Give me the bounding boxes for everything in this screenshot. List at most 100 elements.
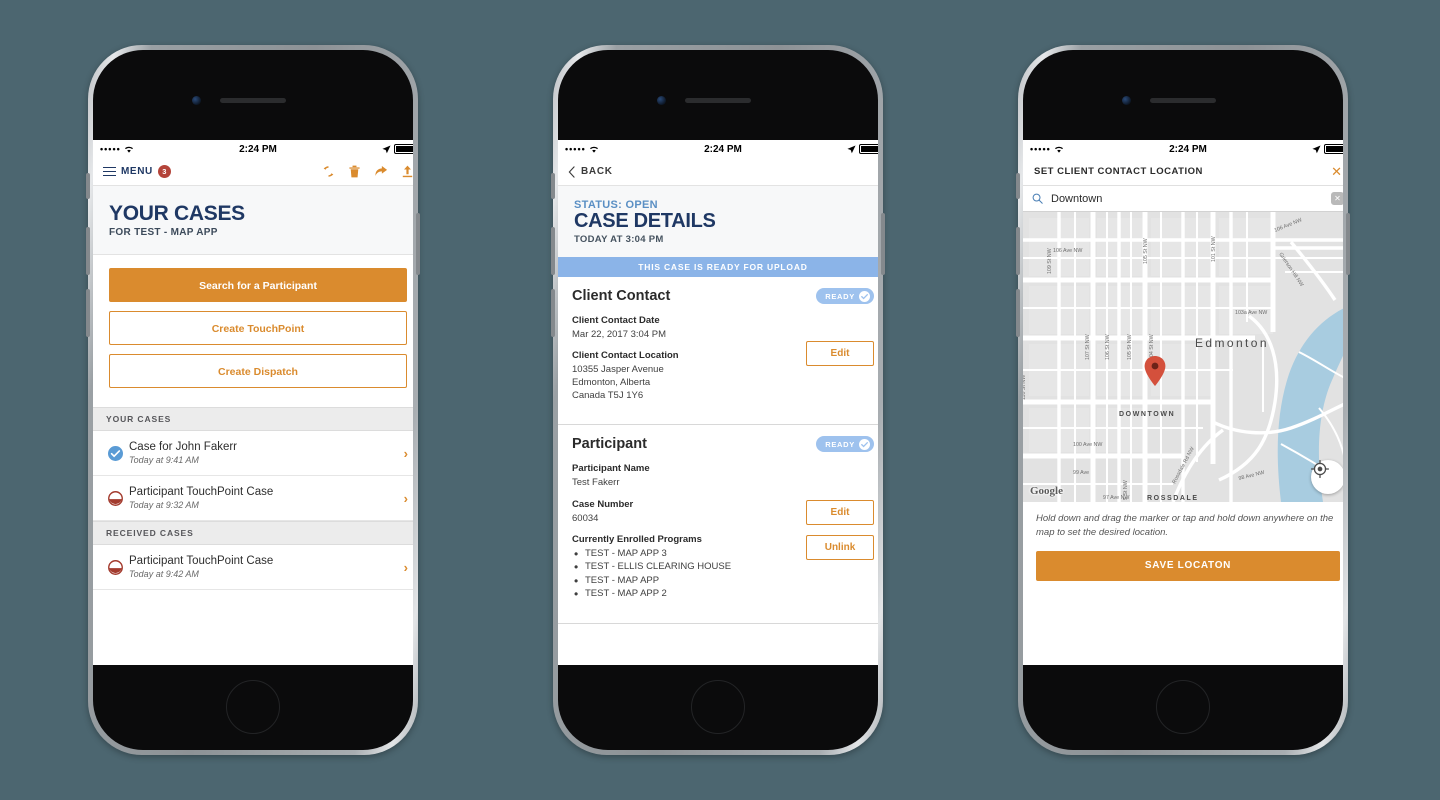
clear-search-icon[interactable]: ✕ <box>1331 192 1343 205</box>
silent-switch[interactable] <box>1016 173 1020 199</box>
menu-button[interactable]: MENU 3 <box>103 165 171 178</box>
power-button[interactable] <box>1346 213 1350 275</box>
page-subtitle: FOR TEST - MAP APP <box>109 227 218 238</box>
chevron-right-icon: › <box>403 445 408 461</box>
earpiece-speaker <box>685 98 751 103</box>
front-camera-icon <box>192 96 201 105</box>
program-item: TEST - MAP APP 2 <box>572 586 874 604</box>
close-icon[interactable]: ✕ <box>1331 165 1342 178</box>
screen-case-details: ••••• 2:24 PM BACK STATUS: OPEN CASE DET… <box>558 140 878 665</box>
status-bar: ••••• 2:24 PM <box>1023 140 1343 158</box>
top-toolbar: MENU 3 <box>93 158 413 186</box>
section-header-received-cases: RECEIVED CASES <box>93 521 413 545</box>
create-dispatch-button[interactable]: Create Dispatch <box>109 354 407 388</box>
status-badge-label: READY <box>825 291 855 301</box>
map-marker-icon[interactable] <box>1144 356 1166 386</box>
front-camera-icon <box>1122 96 1131 105</box>
search-input[interactable]: Downtown <box>1051 193 1323 205</box>
menu-count-badge: 3 <box>157 165 171 178</box>
save-location-button[interactable]: SAVE LOCATON <box>1036 550 1340 581</box>
power-button[interactable] <box>881 213 885 275</box>
volume-up-button[interactable] <box>86 227 90 275</box>
volume-down-button[interactable] <box>1016 289 1020 337</box>
map-tiles: 106 Ave NW 106 Ave NW 105 St NW 101 St N… <box>1023 212 1343 502</box>
program-item: TEST - ELLIS CLEARING HOUSE <box>572 559 874 577</box>
locate-me-button[interactable] <box>1311 460 1343 494</box>
phone-device-cases: ••••• 2:24 PM MENU 3 YOUR CASES FOR TEST… <box>86 45 420 755</box>
wifi-icon <box>589 146 598 153</box>
hamburger-icon <box>103 166 116 177</box>
page-title: CASE DETAILS <box>574 210 716 232</box>
list-item[interactable]: Participant TouchPoint Case Today at 9:3… <box>93 476 413 521</box>
unlink-participant-button[interactable]: Unlink <box>806 535 874 561</box>
svg-text:103a Ave NW: 103a Ave NW <box>1235 310 1267 316</box>
back-label: BACK <box>581 166 613 177</box>
section-title: Participant <box>572 436 647 453</box>
edit-participant-button[interactable]: Edit <box>806 500 874 526</box>
edit-location-button[interactable]: Edit <box>806 341 874 366</box>
search-icon <box>1032 193 1043 204</box>
front-camera-icon <box>657 96 666 105</box>
svg-text:110 St NW: 110 St NW <box>1023 375 1027 400</box>
chevron-right-icon: › <box>403 490 408 506</box>
check-circle-icon <box>859 290 870 302</box>
location-arrow-icon <box>382 144 391 153</box>
modal-title: SET CLIENT CONTACT LOCATION <box>1034 166 1203 177</box>
crosshair-icon <box>1311 460 1329 478</box>
create-touchpoint-button[interactable]: Create TouchPoint <box>109 311 407 345</box>
complete-status-icon <box>107 445 123 461</box>
volume-up-button[interactable] <box>551 227 555 275</box>
menu-label: MENU <box>121 166 153 177</box>
trash-icon[interactable] <box>349 165 360 178</box>
svg-text:107 St NW: 107 St NW <box>1085 334 1091 360</box>
list-item[interactable]: Participant TouchPoint Case Today at 9:4… <box>93 545 413 590</box>
search-participant-button[interactable]: Search for a Participant <box>109 268 407 302</box>
svg-text:99 Ave: 99 Ave <box>1073 470 1089 476</box>
battery-icon <box>858 144 878 154</box>
earpiece-speaker <box>220 98 286 103</box>
refresh-icon[interactable] <box>322 165 335 178</box>
list-item-title: Case for John Fakerr <box>129 441 238 453</box>
field-value: Mar 22, 2017 3:04 PM <box>572 329 666 340</box>
home-button[interactable] <box>691 680 745 734</box>
screen-your-cases: ••••• 2:24 PM MENU 3 YOUR CASES FOR TEST… <box>93 140 413 665</box>
share-icon[interactable] <box>374 165 388 178</box>
section-title: Client Contact <box>572 288 671 304</box>
home-button[interactable] <box>226 680 280 734</box>
section-client-contact: Client Contact READY Client Contact Date… <box>558 277 878 426</box>
section-participant: Participant READY Participant Name Test … <box>558 425 878 624</box>
list-item-subtitle: Today at 9:32 AM <box>129 500 199 510</box>
status-bar: ••••• 2:24 PM <box>93 140 413 158</box>
case-header: STATUS: OPEN CASE DETAILS TODAY AT 3:04 … <box>558 186 878 257</box>
location-arrow-icon <box>1312 144 1321 153</box>
modal-header: SET CLIENT CONTACT LOCATION ✕ <box>1023 158 1343 186</box>
upload-icon[interactable] <box>402 165 413 178</box>
list-item-subtitle: Today at 9:42 AM <box>129 569 199 579</box>
map-hint-text: Hold down and drag the marker or tap and… <box>1036 513 1334 538</box>
volume-down-button[interactable] <box>551 289 555 337</box>
silent-switch[interactable] <box>551 173 555 199</box>
battery-icon <box>393 144 413 154</box>
home-button[interactable] <box>1156 680 1210 734</box>
field-value: Test Fakerr <box>572 477 620 489</box>
google-attribution: Google <box>1030 485 1063 497</box>
status-bar: ••••• 2:24 PM <box>558 140 878 158</box>
map-canvas[interactable]: 106 Ave NW 106 Ave NW 105 St NW 101 St N… <box>1023 212 1343 502</box>
map-footer: Hold down and drag the marker or tap and… <box>1023 502 1343 593</box>
silent-switch[interactable] <box>86 173 90 199</box>
screenshot-stage: ••••• 2:24 PM MENU 3 YOUR CASES FOR TEST… <box>0 0 1440 800</box>
upload-ready-banner: THIS CASE IS READY FOR UPLOAD <box>558 257 878 277</box>
back-button[interactable]: BACK <box>558 158 878 186</box>
list-item-subtitle: Today at 9:41 AM <box>129 455 199 465</box>
list-item-title: Participant TouchPoint Case <box>129 555 274 567</box>
svg-text:109 St NW: 109 St NW <box>1047 248 1053 274</box>
list-item[interactable]: Case for John Fakerr Today at 9:41 AM › <box>93 431 413 476</box>
svg-text:106 St NW: 106 St NW <box>1105 334 1111 360</box>
signal-dots-icon: ••••• <box>1030 144 1051 154</box>
svg-text:101 St NW: 101 St NW <box>1211 236 1217 262</box>
check-circle-icon <box>859 438 870 450</box>
screen-set-location: ••••• 2:24 PM SET CLIENT CONTACT LOCATIO… <box>1023 140 1343 665</box>
volume-down-button[interactable] <box>86 289 90 337</box>
volume-up-button[interactable] <box>1016 227 1020 275</box>
power-button[interactable] <box>416 213 420 275</box>
